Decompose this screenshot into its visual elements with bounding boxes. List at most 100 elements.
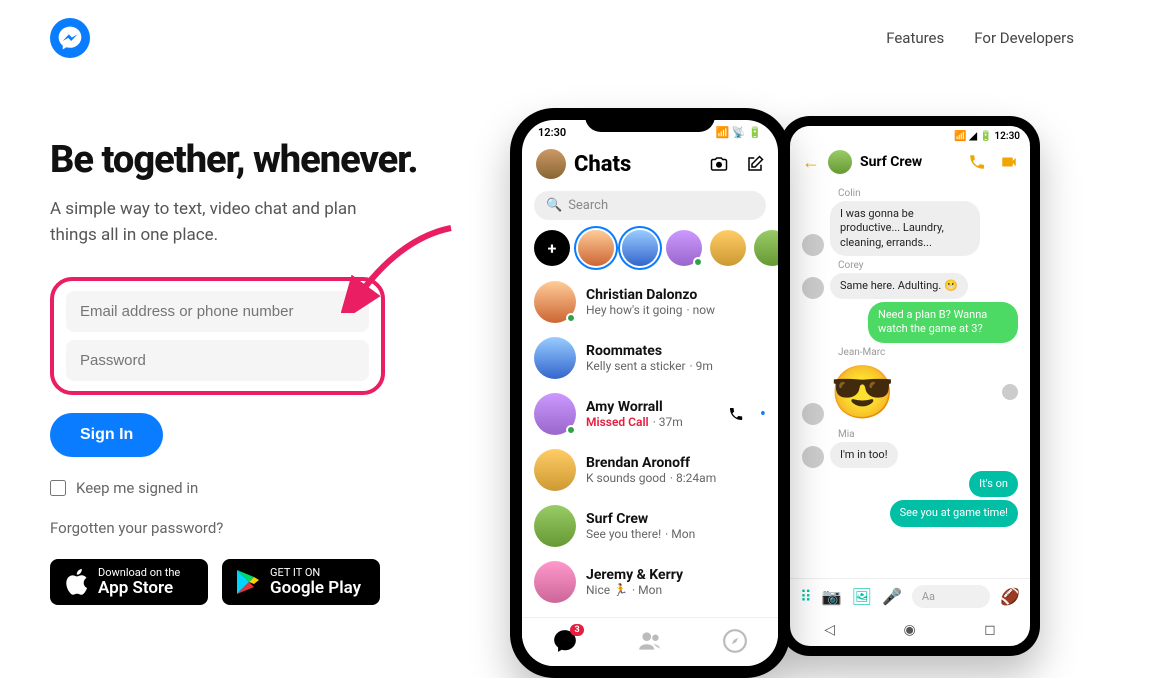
phones-preview: 12:30📶 📡 🔋 Chats 🔍Search + Chri — [510, 108, 1104, 678]
msg-bubble: It's on — [969, 471, 1018, 497]
app-store-badge[interactable]: Download on theApp Store — [50, 559, 208, 606]
sender-label: Corey — [838, 260, 1018, 271]
annotation-arrow — [341, 223, 461, 313]
msg-bubble: Same here. Adulting. 😬 — [830, 273, 968, 299]
chat-sub: Missed Call · 37m — [586, 415, 718, 429]
iphone-mock: 12:30📶 📡 🔋 Chats 🔍Search + Chri — [510, 108, 790, 678]
story — [622, 230, 658, 266]
messenger-logo[interactable] — [50, 18, 90, 58]
sender-label: Colin — [838, 188, 1018, 199]
phone-icon — [728, 406, 744, 422]
chats-title: Chats — [574, 152, 702, 177]
google-play-icon — [236, 569, 260, 595]
chat-sub: Hey how's it going · now — [586, 303, 766, 317]
hero-headline: Be together, whenever. — [50, 138, 470, 182]
chat-row: Amy Worrall Missed Call · 37m • — [534, 386, 766, 442]
login-highlight — [50, 277, 385, 395]
keep-signed-in[interactable]: Keep me signed in — [50, 479, 470, 497]
msg-bubble: I was gonna be productive... Laundry, cl… — [830, 201, 980, 256]
tab-chats-icon: 3 — [552, 628, 578, 658]
apple-big: App Store — [98, 579, 180, 598]
chat-name: Brendan Aronoff — [586, 455, 766, 471]
nav-home: ◉ — [903, 622, 915, 638]
chat-row: Roommates Kelly sent a sticker · 9m — [534, 330, 766, 386]
story — [578, 230, 614, 266]
chat-name: Amy Worrall — [586, 399, 718, 415]
nav-developers[interactable]: For Developers — [974, 29, 1074, 47]
chat-avatar — [534, 393, 576, 435]
keep-checkbox[interactable] — [50, 480, 66, 496]
sender-label: Jean-Marc — [838, 347, 1018, 358]
back-icon: ← — [802, 152, 820, 173]
compose-icon — [746, 155, 764, 173]
chat-row: Brendan Aronoff K sounds good · 8:24am — [534, 442, 766, 498]
football-icon: 🏈 — [1000, 587, 1020, 606]
chat-avatar — [534, 337, 576, 379]
sticker: 😎 — [830, 362, 895, 423]
apple-top: Download on the — [98, 567, 180, 579]
stories-row: + — [522, 226, 778, 274]
story — [710, 230, 746, 266]
compose-input: Aa — [912, 585, 990, 608]
iphone-status-icons: 📶 📡 🔋 — [715, 126, 762, 139]
story — [754, 230, 778, 266]
email-input[interactable] — [66, 291, 369, 332]
chat-sub: Nice 🏃 · Mon — [586, 583, 766, 597]
signin-button[interactable]: Sign In — [50, 413, 163, 457]
profile-avatar — [536, 149, 566, 179]
chat-avatar — [534, 561, 576, 603]
msg-bubble: See you at game time! — [890, 500, 1018, 526]
apple-icon — [64, 568, 88, 596]
story — [666, 230, 702, 266]
call-icon — [968, 153, 986, 171]
chat-name: Christian Dalonzo — [586, 287, 766, 303]
tab-discover-icon — [722, 628, 748, 654]
keep-label: Keep me signed in — [76, 479, 198, 497]
gallery-icon: 🖼 — [852, 587, 872, 606]
chat-row: Surf Crew See you there! · Mon — [534, 498, 766, 554]
msg-avatar — [802, 446, 824, 468]
camera-icon — [710, 155, 728, 173]
msg-avatar — [802, 234, 824, 256]
story-add: + — [534, 230, 570, 266]
chat-avatar — [534, 281, 576, 323]
tab-people-icon — [637, 628, 663, 654]
unread-dot: • — [760, 404, 766, 425]
seen-avatar — [1002, 384, 1018, 400]
chat-sub: Kelly sent a sticker · 9m — [586, 359, 766, 373]
msg-bubble: Need a plan B? Wanna watch the game at 3… — [868, 302, 1018, 343]
msg-bubble: I'm in too! — [830, 442, 898, 468]
forgot-password-link[interactable]: Forgotten your password? — [50, 519, 470, 537]
android-mock: 📶 ◢ 🔋 12:30 ← Surf Crew Colin I was gonn… — [780, 116, 1040, 656]
nav-features[interactable]: Features — [886, 29, 944, 47]
google-play-badge[interactable]: GET IT ONGoogle Play — [222, 559, 380, 606]
search-placeholder: Search — [568, 198, 608, 213]
chat-row: Christian Dalonzo Hey how's it going · n… — [534, 274, 766, 330]
photo-icon: 📷 — [822, 587, 842, 606]
chat-name: Surf Crew — [586, 511, 766, 527]
chat-sub: K sounds good · 8:24am — [586, 471, 766, 485]
chat-title: Surf Crew — [860, 154, 960, 170]
compose-bar: ⠿ 📷 🖼 🎤 Aa 🏈 — [790, 578, 1030, 614]
nav-back: ◁ — [824, 622, 835, 638]
msg-avatar — [802, 277, 824, 299]
mic-icon: 🎤 — [882, 587, 902, 606]
search-icon: 🔍 — [546, 198, 562, 213]
chat-row: Jeremy & Kerry Nice 🏃 · Mon — [534, 554, 766, 610]
sender-label: Mia — [838, 429, 1018, 440]
tab-bar: 3 — [522, 617, 778, 666]
search-box: 🔍 Search — [534, 191, 766, 220]
google-top: GET IT ON — [270, 567, 361, 579]
msg-avatar — [802, 403, 824, 425]
android-status: 📶 ◢ 🔋 12:30 — [954, 131, 1020, 142]
unread-badge: 3 — [570, 624, 583, 636]
chat-name: Jeremy & Kerry — [586, 567, 766, 583]
iphone-time: 12:30 — [538, 126, 566, 139]
chat-avatar — [534, 449, 576, 491]
google-big: Google Play — [270, 579, 361, 598]
video-icon — [1000, 153, 1018, 171]
chat-sub: See you there! · Mon — [586, 527, 766, 541]
password-input[interactable] — [66, 340, 369, 381]
apps-icon: ⠿ — [800, 587, 812, 606]
chat-name: Roommates — [586, 343, 766, 359]
